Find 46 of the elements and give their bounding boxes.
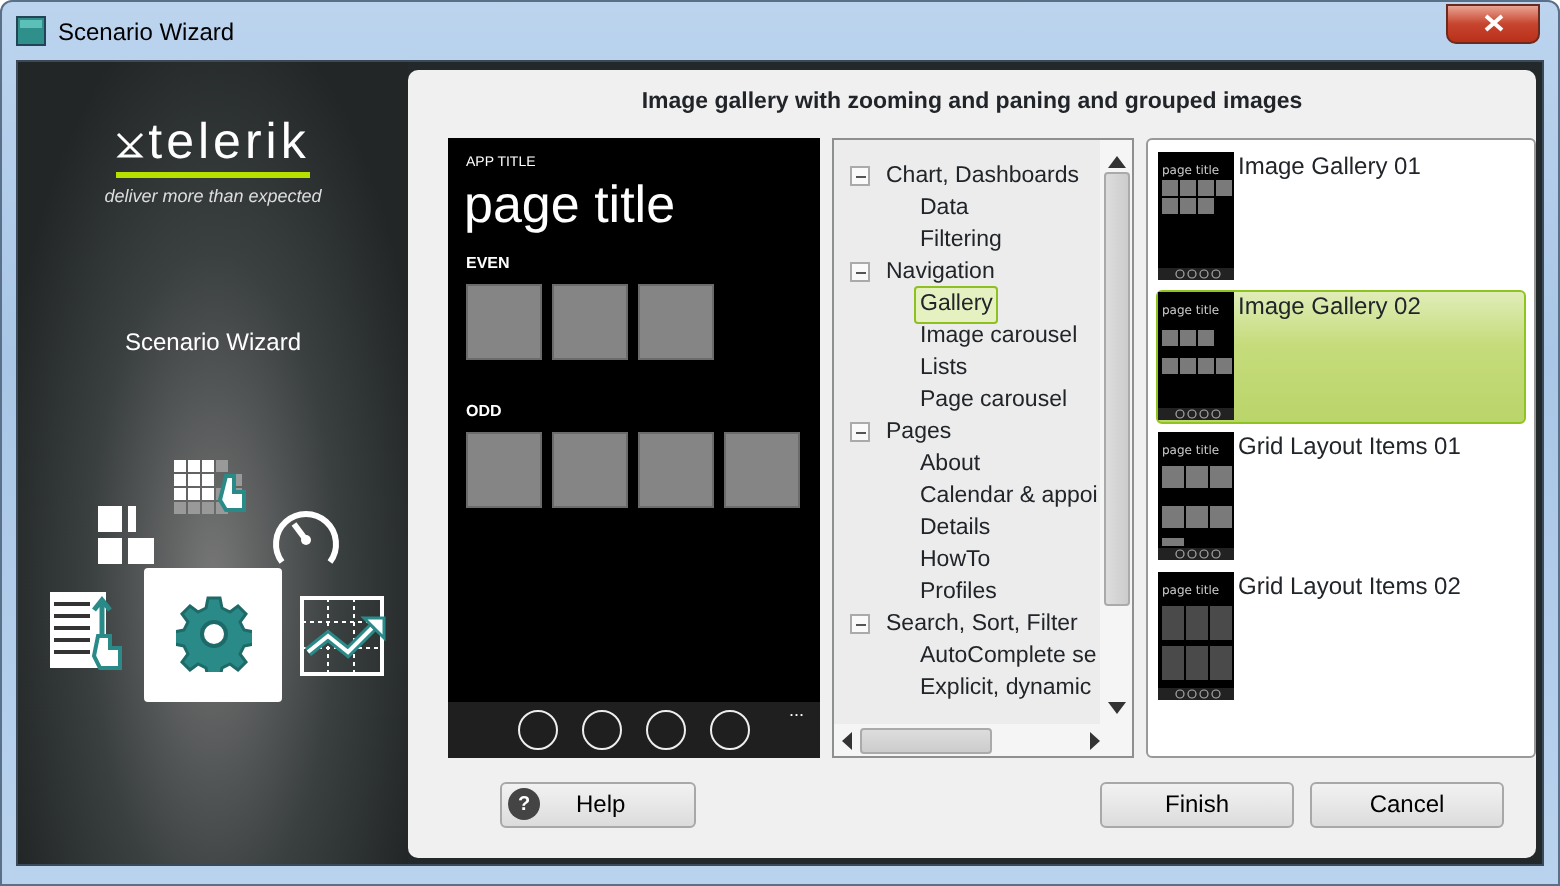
- help-icon: ?: [508, 788, 540, 821]
- speedometer-icon: [268, 505, 344, 569]
- page-title: page title: [464, 175, 678, 236]
- group-label: ODD: [466, 399, 504, 424]
- vertical-scrollbar[interactable]: [1100, 140, 1132, 725]
- collapse-icon[interactable]: [850, 422, 870, 443]
- scenario-heading: Image gallery with zooming and paning and grouped images: [639, 88, 1305, 118]
- group-label: EVEN: [466, 251, 512, 276]
- finish-button[interactable]: Finish: [1100, 781, 1294, 828]
- close-button[interactable]: [1446, 3, 1540, 43]
- tree-group[interactable]: Navigation: [886, 255, 995, 290]
- app-icon: [16, 16, 46, 46]
- tree-group[interactable]: Search, Sort, Filter: [886, 607, 1078, 642]
- logo-mark-icon: [116, 127, 145, 159]
- horizontal-scrollbar[interactable]: [834, 724, 1132, 757]
- scroll-left-icon[interactable]: [842, 731, 852, 750]
- window-title: Scenario Wizard: [58, 15, 235, 49]
- tree-item[interactable]: Gallery: [914, 285, 999, 324]
- image-tile: [466, 431, 542, 508]
- image-tile: [638, 283, 714, 360]
- chart-trend-icon: [300, 595, 392, 679]
- app-bar-button[interactable]: [710, 710, 750, 751]
- logo: telerik: [116, 118, 310, 178]
- image-tile: [466, 283, 542, 360]
- settings-icon: [175, 596, 251, 672]
- scroll-right-icon[interactable]: [1090, 731, 1100, 750]
- collapse-icon[interactable]: [850, 166, 870, 187]
- collapse-icon[interactable]: [850, 262, 870, 283]
- tiles-icon: [98, 505, 158, 565]
- tree-group[interactable]: Chart, Dashboards: [886, 159, 1080, 194]
- image-tile: [638, 431, 714, 508]
- cancel-button[interactable]: Cancel: [1310, 781, 1504, 828]
- more-button[interactable]: ...: [788, 702, 804, 721]
- image-tile: [724, 431, 800, 508]
- tagline: deliver more than expected: [104, 184, 322, 210]
- help-button[interactable]: ? Help: [500, 781, 696, 828]
- panel-caption: Scenario Wizard: [124, 325, 302, 359]
- close-icon: [1483, 14, 1503, 32]
- image-tile: [552, 283, 628, 360]
- tree-group[interactable]: Pages: [886, 415, 952, 450]
- app-bar-button[interactable]: [582, 710, 622, 751]
- image-tile: [552, 431, 628, 508]
- app-bar-button[interactable]: [518, 710, 558, 751]
- app-bar-button[interactable]: [646, 710, 686, 751]
- scroll-down-icon[interactable]: [1107, 702, 1125, 715]
- collapse-icon[interactable]: [850, 614, 870, 635]
